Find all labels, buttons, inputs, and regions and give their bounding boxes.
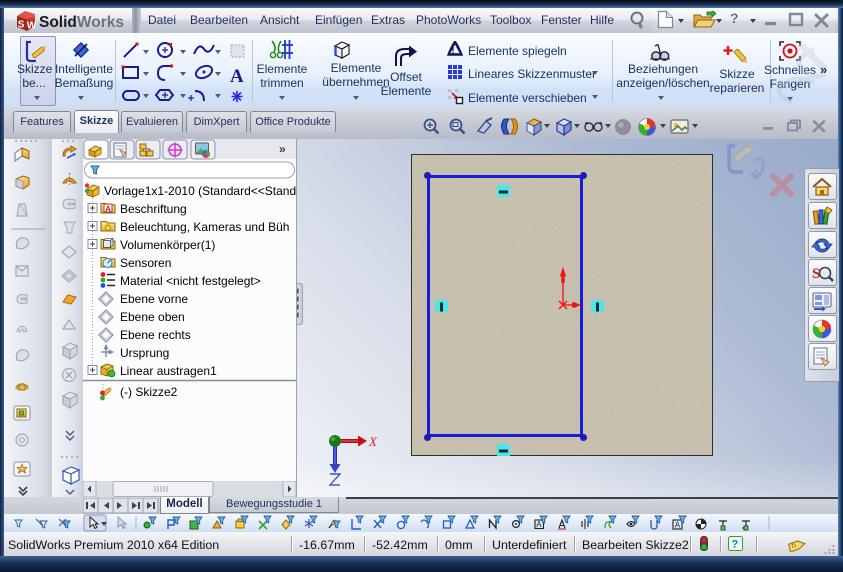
svg-text:X: X bbox=[368, 434, 378, 449]
svg-text:A: A bbox=[105, 204, 111, 213]
svg-text:?: ? bbox=[732, 539, 739, 551]
svg-text:Material <nicht festgelegt>: Material <nicht festgelegt> bbox=[120, 274, 261, 288]
svg-text:W: W bbox=[27, 21, 37, 32]
svg-text:SolidWorks: SolidWorks bbox=[39, 14, 124, 31]
svg-text:!: ! bbox=[452, 46, 455, 56]
svg-text:Volumenkörper(1): Volumenkörper(1) bbox=[120, 238, 215, 252]
svg-text:Beleuchtung, Kameras und Büh: Beleuchtung, Kameras und Büh bbox=[120, 220, 289, 234]
svg-text:(-) Skizze2: (-) Skizze2 bbox=[120, 385, 178, 399]
svg-text:Vorlage1x1-2010 (Standard<<St: Vorlage1x1-2010 (Standard<<Stand bbox=[104, 184, 296, 198]
svg-text:Ursprung: Ursprung bbox=[120, 346, 169, 360]
svg-text:Beschriftung: Beschriftung bbox=[120, 202, 187, 216]
svg-text:S: S bbox=[18, 20, 25, 31]
svg-text:A: A bbox=[675, 521, 681, 530]
svg-text:A: A bbox=[536, 520, 542, 529]
svg-text:Ebene vorne: Ebene vorne bbox=[120, 292, 188, 306]
svg-text:Ebene rechts: Ebene rechts bbox=[120, 328, 191, 342]
svg-text:Linear austragen1: Linear austragen1 bbox=[120, 364, 217, 378]
svg-text:Ebene oben: Ebene oben bbox=[120, 310, 185, 324]
svg-text:A: A bbox=[230, 66, 244, 87]
svg-text:Sensoren: Sensoren bbox=[120, 256, 171, 270]
svg-text:»: » bbox=[279, 142, 286, 156]
